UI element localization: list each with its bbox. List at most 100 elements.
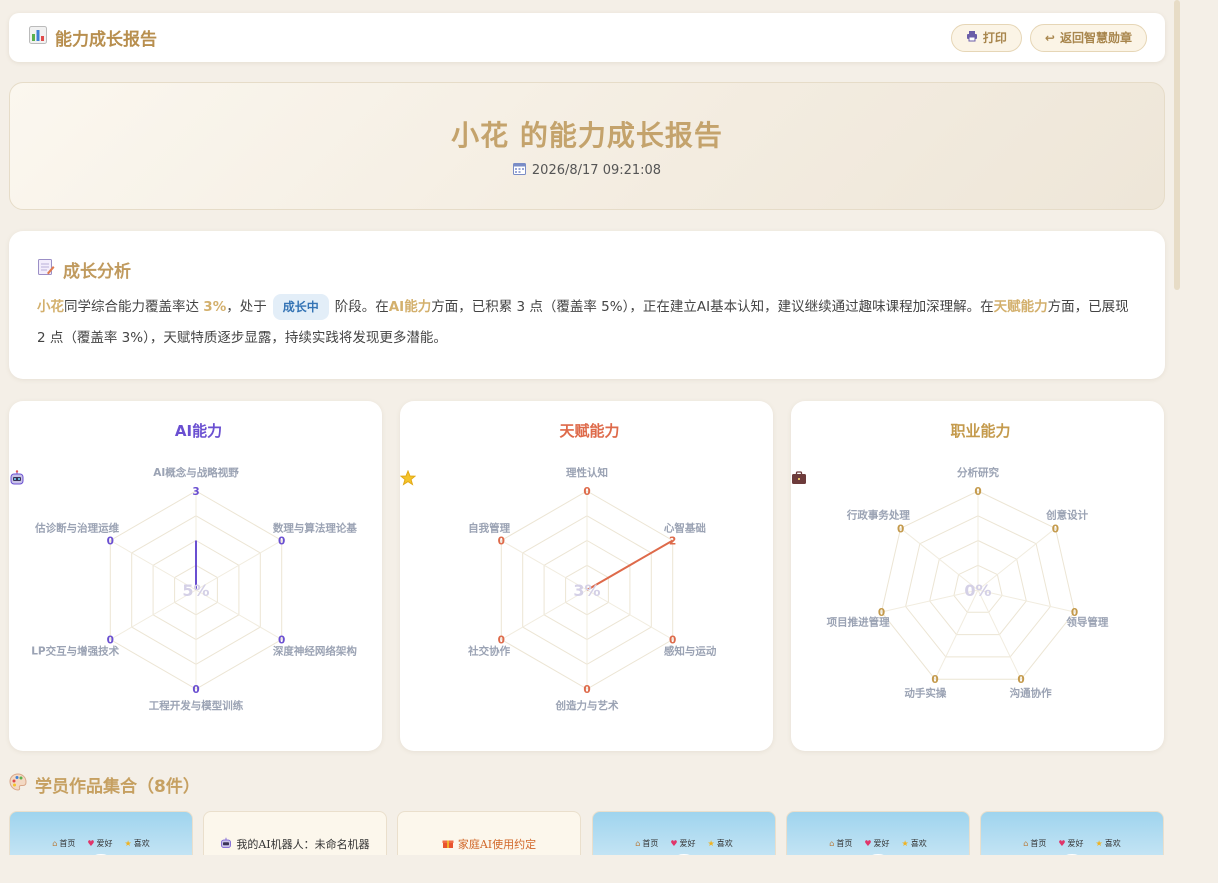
work-nav-home: ⌂ 首页 (829, 838, 852, 849)
radar-value-label: 0 (1017, 674, 1024, 686)
work-nav-home: ⌂ 首页 (52, 838, 75, 849)
radar-axis-label: 创意设计 (1045, 509, 1088, 522)
printer-icon (966, 30, 978, 45)
work-nav-home: ⌂ 首页 (635, 838, 658, 849)
radar-axis-label: 行政事务处理 (846, 509, 910, 522)
report-date: 2026/8/17 09:21:08 (512, 162, 662, 179)
growth-analysis-heading-text: 成长分析 (63, 262, 131, 282)
stage-badge: 成长中 (272, 294, 329, 320)
ai-ability-radar-chart: 5%3AI概念与战略视野0数理与算法理论基0深度神经网络架构0工程开发与模型训练… (31, 466, 357, 712)
radar-axis-label: 数理与算法理论基 (272, 522, 357, 535)
top-bar: 能力成长报告 打印 ↩ 返回智慧勋章 (9, 13, 1165, 62)
radar-value-label: 0 (498, 536, 505, 548)
coverage-rate: 3% (203, 299, 227, 315)
work-nav-hobby-label: 爱好 (96, 839, 113, 848)
radar-axis-label: AI概念与战略视野 (153, 466, 239, 479)
scrollbar-thumb[interactable] (1174, 0, 1180, 290)
work-card-title: 家庭AI使用约定 (398, 836, 580, 852)
bar-chart-icon (29, 26, 47, 49)
ai-ability-highlight: AI能力 (388, 299, 432, 315)
radar-value-label: 0 (931, 674, 938, 686)
radar-axis-label: 估诊断与治理运维 (34, 522, 119, 535)
heart-icon: ♥ (864, 839, 872, 848)
analysis-text-3: 阶段。在 (334, 299, 389, 315)
heart-icon: ♥ (1058, 839, 1066, 848)
ai-ability-radar-card: AI能力 5% 3 AI概念与战略视野 0 数理与算法理论基 0 深度神经网络架构 0 工程开发… (9, 401, 382, 751)
analysis-text-2: ，处于 (226, 299, 267, 315)
gift-icon (442, 837, 454, 852)
work-nav-like: ★ 喜欢 (902, 838, 927, 849)
print-button[interactable]: 打印 (950, 23, 1022, 52)
radar-center-percentage: 3% (573, 581, 600, 600)
radar-title: AI能力 (9, 420, 382, 485)
talent-ability-radar-chart: 3%0理性认知2心智基础0感知与运动0创造力与艺术0社交协作0自我管理 (467, 466, 717, 712)
radar-title-text: 职业能力 (950, 422, 1011, 440)
radar-value-label: 2 (669, 536, 676, 548)
work-nav-hobby: ♥ 爱好 (1058, 838, 1083, 849)
radar-title: 职业能力 (791, 420, 1164, 484)
house-icon: ⌂ (829, 839, 835, 848)
work-nav-like: ★ 喜欢 (1096, 838, 1121, 849)
work-thumbnail-nav: ⌂ 首页 ♥ 爱好 ★ 喜欢 (787, 838, 969, 849)
work-thumbnail-nav: ⌂ 首页 ♥ 爱好 ★ 喜欢 (981, 838, 1163, 849)
radar-value-label: 0 (107, 536, 114, 548)
radar-axis-label: 工程开发与模型训练 (149, 699, 244, 712)
page-bottom-fade (0, 855, 1218, 883)
page-scrollbar[interactable] (1174, 0, 1180, 290)
work-nav-home: ⌂ 首页 (1023, 838, 1046, 849)
career-ability-radar-chart: 0%0分析研究0创意设计0领导管理0沟通协作0动手实操0项目推进管理0行政事务处… (827, 466, 1109, 700)
work-nav-like-label: 喜欢 (910, 839, 927, 848)
report-title: 能力成长报告 (29, 25, 157, 50)
robot-icon (220, 837, 232, 852)
radar-value-label: 0 (583, 486, 590, 498)
work-nav-hobby: ♥ 爱好 (670, 838, 695, 849)
radar-center-percentage: 0% (964, 581, 991, 600)
radar-value-label: 3 (192, 486, 199, 498)
palette-icon (9, 773, 27, 796)
student-name: 小花 (37, 299, 64, 315)
radar-axis-label: 社交协作 (467, 645, 510, 658)
radar-axis-label: 项目推进管理 (827, 615, 890, 628)
work-card-title: 我的AI机器人：未命名机器 (204, 836, 386, 852)
report-date-text: 2026/8/17 09:21:08 (531, 162, 662, 178)
career-ability-radar-card: 职业能力 0% 0 分析研究 0 创意设计 0 领导管理 0 沟通协作 0 动手实操 0 项目推进管理 0… (791, 401, 1164, 751)
work-thumbnail-nav: ⌂ 首页 ♥ 爱好 ★ 喜欢 (593, 838, 775, 849)
report-hero: 小花 的能力成长报告 2026/8/17 09:21:08 (9, 82, 1165, 210)
talent-ability-radar-card: 天赋能力 3% 0 理性认知 2 心智基础 0 感知与运动 0 创造力与艺术 0 社交协作 0 自我管理 (400, 401, 773, 751)
talent-ability-highlight: 天赋能力 (993, 299, 1048, 315)
radar-center-percentage: 5% (182, 581, 209, 600)
work-nav-home-label: 首页 (642, 839, 659, 848)
return-arrow-icon: ↩ (1044, 30, 1055, 45)
star-icon: ★ (707, 839, 715, 848)
radar-title: 天赋能力 (400, 420, 773, 486)
radar-axis-label: 深度神经网络架构 (273, 645, 357, 658)
radar-axis-label: 分析研究 (957, 466, 999, 479)
growth-analysis-text: 小花同学综合能力覆盖率达 3%，处于 成长中 阶段。在AI能力方面，已积累 3 点（… (37, 292, 1137, 354)
radar-value-label: 0 (974, 486, 981, 498)
work-nav-like-label: 喜欢 (1104, 839, 1121, 848)
work-nav-home-label: 首页 (836, 839, 853, 848)
work-nav-like-label: 喜欢 (133, 839, 150, 848)
star-icon: ★ (1095, 839, 1103, 848)
radar-title-text: 天赋能力 (559, 422, 620, 440)
memo-icon (37, 258, 55, 281)
radar-axis-label: LP交互与增强技术 (31, 645, 119, 658)
star-icon: ★ (124, 839, 132, 848)
analysis-text-4: 方面，已积累 3 点（覆盖率 5%），正在建立AI基本认知，建议继续通过趣味课程… (431, 299, 994, 315)
work-card-title-text: 家庭AI使用约定 (457, 838, 537, 851)
radar-value-label: 0 (1052, 523, 1059, 535)
radar-value-label: 0 (583, 684, 590, 696)
heart-icon: ♥ (87, 839, 95, 848)
radar-spoke (977, 589, 1075, 613)
work-nav-home-label: 首页 (59, 839, 76, 848)
work-nav-home-label: 首页 (1030, 839, 1047, 848)
work-nav-like-label: 喜欢 (716, 839, 733, 848)
growth-analysis-card: 成长分析 小花同学综合能力覆盖率达 3%，处于 成长中 阶段。在AI能力方面，已积累… (9, 231, 1165, 379)
radar-axis-label: 自我管理 (468, 522, 510, 535)
radar-value-label: 0 (192, 684, 199, 696)
analysis-text-1: 同学综合能力覆盖率达 (64, 299, 204, 315)
work-nav-hobby-label: 爱好 (1067, 839, 1084, 848)
back-to-badges-button[interactable]: ↩ 返回智慧勋章 (1029, 23, 1147, 52)
works-section-title: 学员作品集合（8件） (9, 772, 200, 797)
print-label: 打印 (982, 31, 1007, 45)
